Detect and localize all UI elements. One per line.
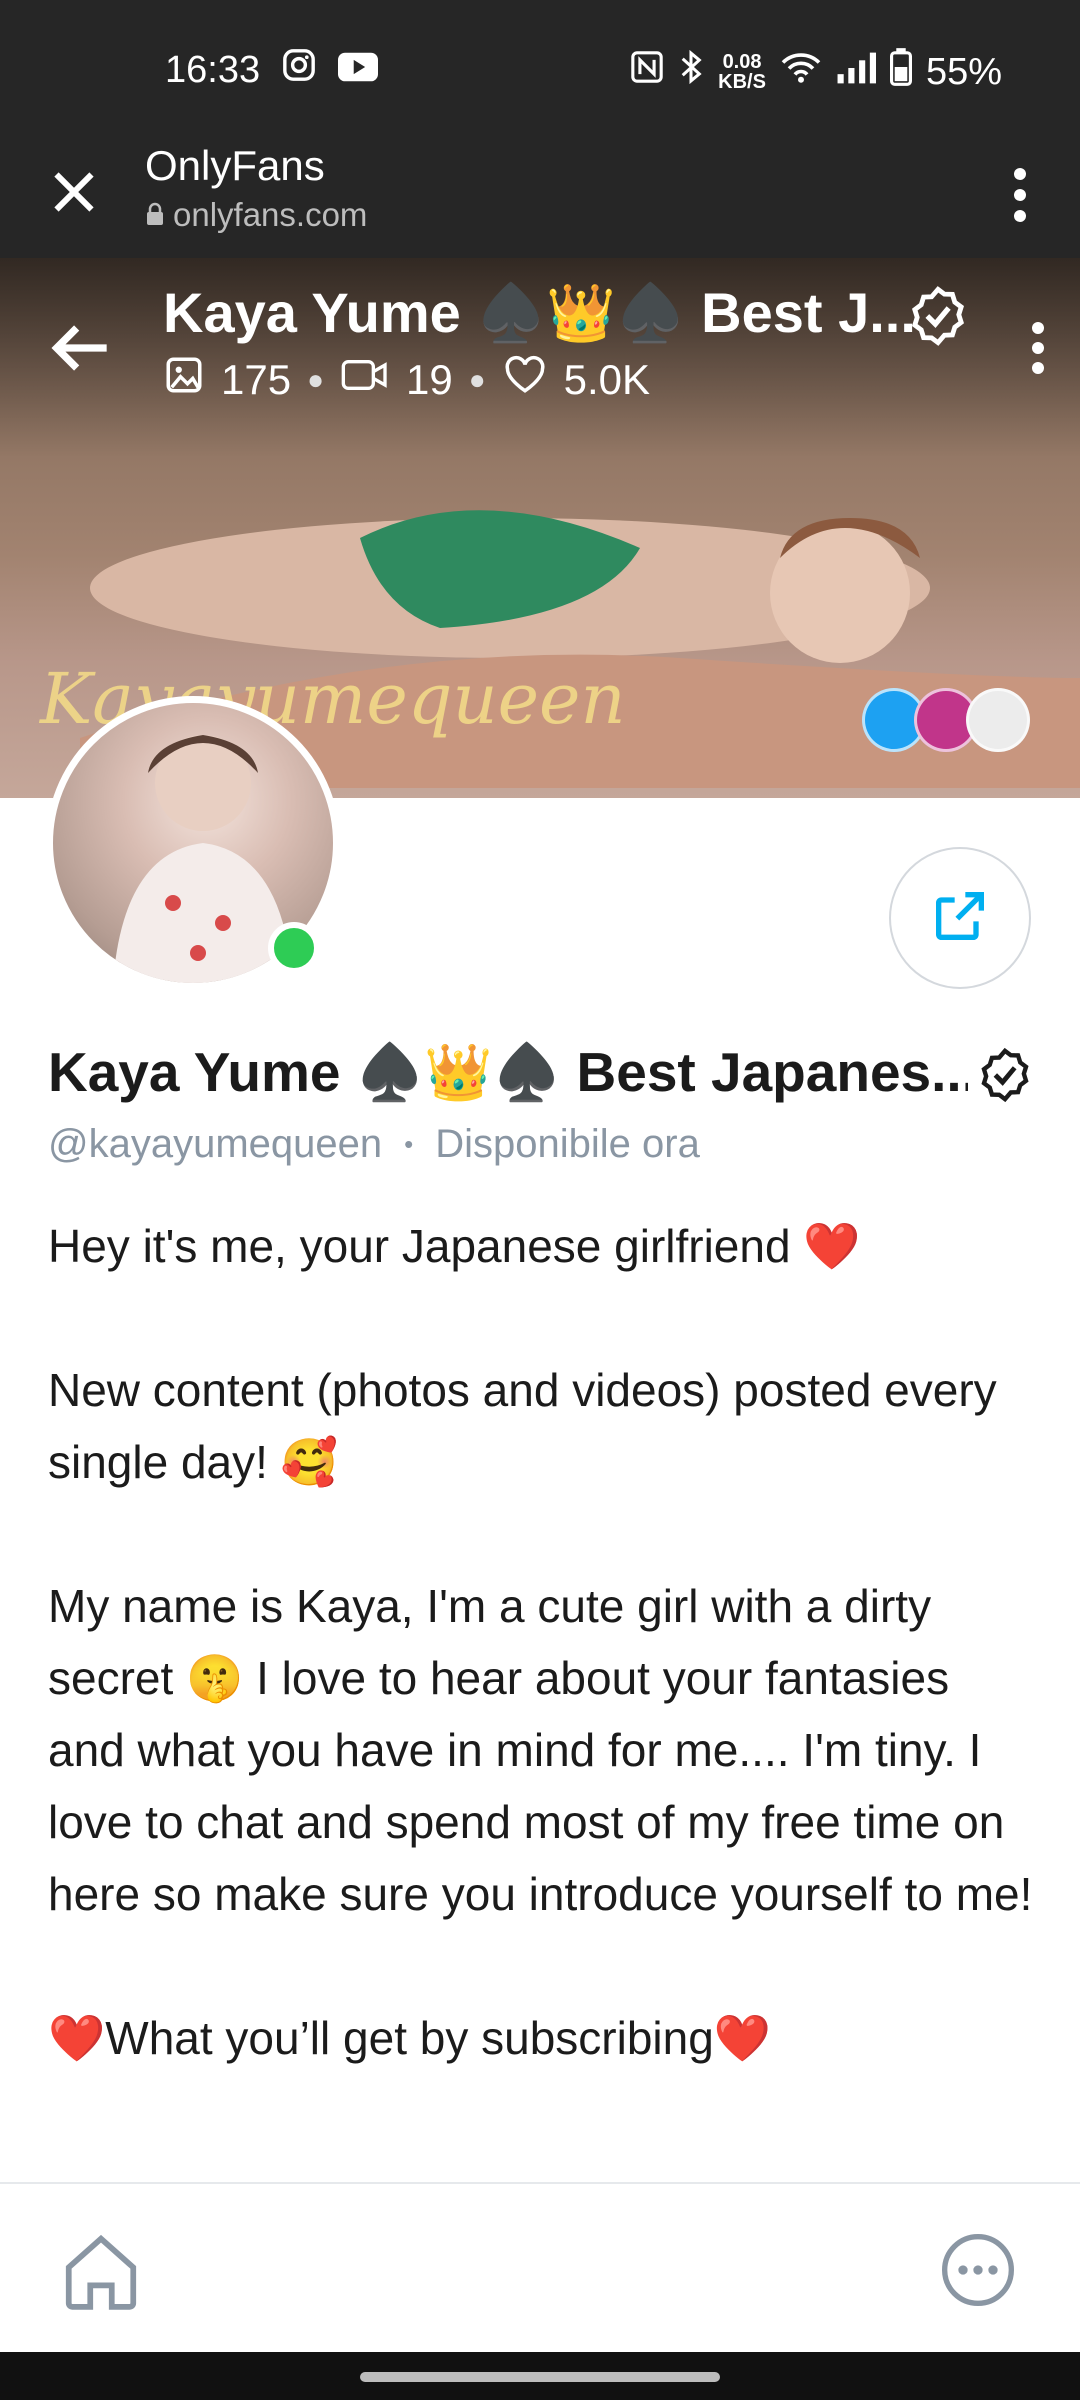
cover-title: Kaya Yume ♠️👑♠️ Best J... [163,281,916,344]
status-bar: 16:33 0.08 KB/S 55% [0,0,1080,130]
profile-name: Kaya Yume ♠️👑♠️ Best Japanes... [48,1041,968,1103]
availability-status: Disponibile ora [435,1122,700,1166]
back-arrow-icon[interactable] [40,308,120,388]
url-text: onlyfans.com [173,196,368,233]
more-options-icon[interactable] [938,2230,1018,2310]
battery-icon [889,48,912,96]
bio-line: Hey it's me, your Japanese girlfriend ❤️ [48,1220,861,1272]
photo-icon [163,354,205,406]
lock-icon [145,196,165,234]
profile-handle[interactable]: @kayayumequeen [48,1122,382,1167]
cover-stats: 175 ● 19 ● 5.0K [163,354,650,406]
share-button[interactable] [889,847,1031,989]
wifi-icon [780,50,822,94]
youtube-icon [338,49,379,92]
more-vertical-icon[interactable] [990,160,1050,230]
nfc-icon [630,50,664,94]
likes-count: 5.0K [563,356,651,403]
status-time: 16:33 [165,48,261,91]
speed-value: 0.08 [722,51,762,73]
instagram-icon [282,48,316,92]
online-status-indicator [268,922,320,974]
battery-percent: 55% [925,50,1002,93]
bio-line: My name is Kaya, I'm a cute girl with a … [48,1580,1033,1920]
share-icon [928,884,992,953]
profile-bio: Hey it's me, your Japanese girlfriend ❤️… [48,1210,1038,2074]
verified-badge-icon [976,1046,1034,1104]
heart-icon [502,354,548,406]
video-count: 19 [406,356,453,403]
home-icon[interactable] [58,2228,144,2314]
onlyfans-badge-icon [966,688,1030,752]
gesture-handle[interactable] [360,2372,720,2382]
browser-toolbar: OnlyFans onlyfans.com [0,130,1080,258]
bio-line: ❤️What you’ll get by subscribing❤️ [48,2012,772,2064]
verified-badge-icon [906,284,970,348]
bluetooth-icon [678,49,704,95]
stat-separator: ● [307,364,324,395]
network-speed: 0.08 KB/S [718,52,766,92]
close-icon[interactable] [44,162,104,222]
handle-separator: • [404,1129,414,1159]
browser-url[interactable]: onlyfans.com [145,196,367,234]
speed-unit: KB/S [718,71,766,93]
bio-line: New content (photos and videos) posted e… [48,1364,997,1488]
video-icon [340,355,390,405]
browser-title: OnlyFans [145,142,325,189]
handle-row: @kayayumequeen • Disponibile ora [48,1122,700,1167]
stat-separator: ● [468,364,486,395]
social-badges [862,688,1030,752]
profile-more-icon[interactable] [1018,308,1058,388]
signal-icon [836,51,876,94]
bottom-navigation [0,2182,1080,2352]
photo-count: 175 [221,356,292,403]
